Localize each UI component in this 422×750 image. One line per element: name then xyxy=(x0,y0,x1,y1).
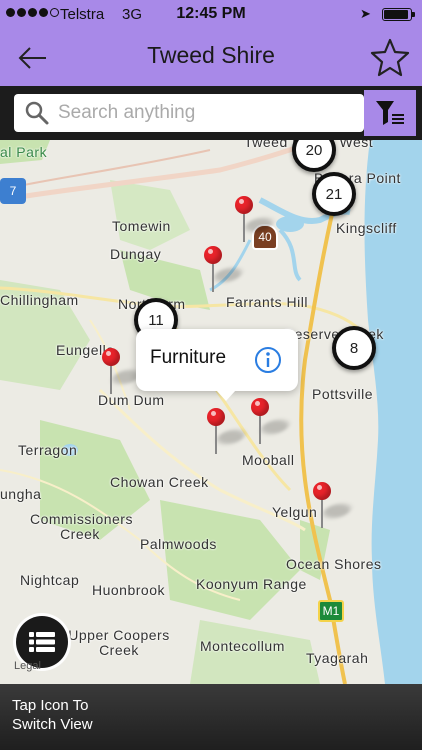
place-label: Chillingham xyxy=(0,292,79,308)
page-title: Tweed Shire xyxy=(147,42,275,68)
place-label: Nightcap xyxy=(20,572,80,588)
filter-button[interactable] xyxy=(364,90,416,136)
legal-link[interactable]: Legal xyxy=(14,660,41,672)
location-arrow-icon: ➤ xyxy=(360,6,371,21)
place-label: Koonyum Range xyxy=(196,576,307,592)
location-pin[interactable] xyxy=(312,482,355,530)
place-label: Tyagarah xyxy=(306,650,369,666)
map-view[interactable]: al Park Tweed Heads West Banora Point Ki… xyxy=(0,140,422,684)
location-pin[interactable] xyxy=(250,398,293,446)
motorway-shield: M1 xyxy=(318,600,344,622)
place-label: Palmwoods xyxy=(140,536,217,552)
nav-bar: Tweed Shire xyxy=(0,30,422,86)
status-time: 12:45 PM xyxy=(176,5,246,22)
list-view-icon xyxy=(29,632,55,652)
location-pin[interactable] xyxy=(101,348,144,396)
place-label: Chowan Creek xyxy=(110,474,209,490)
search-field-container[interactable] xyxy=(14,94,364,132)
location-pin[interactable] xyxy=(203,246,246,294)
place-label: ungha xyxy=(0,486,42,502)
footer-bar: Tap Icon To Switch View xyxy=(0,684,422,750)
status-bar: Telstra 3G 12:45 PM ➤ xyxy=(0,0,422,30)
filter-list-icon xyxy=(376,101,404,125)
place-label: Dungay xyxy=(110,246,162,262)
search-input[interactable] xyxy=(58,102,348,124)
switch-view-hint: Tap Icon To Switch View xyxy=(12,697,93,733)
star-icon[interactable] xyxy=(368,36,412,80)
place-label: Farrants Hill xyxy=(226,294,308,310)
battery-icon xyxy=(382,8,415,21)
place-label: al Park xyxy=(0,144,48,160)
pin-callout[interactable]: Furniture xyxy=(136,329,298,401)
place-label: Upper Coopers Creek xyxy=(68,627,170,658)
place-label: Pottsville xyxy=(312,386,374,402)
cluster-marker[interactable]: 8 xyxy=(332,326,376,370)
place-label: Kingscliff xyxy=(336,220,397,236)
location-pin[interactable] xyxy=(234,196,277,244)
search-icon xyxy=(25,101,49,125)
place-label: Tomewin xyxy=(112,218,171,234)
search-bar xyxy=(0,86,422,140)
place-label: Terragon xyxy=(18,442,78,458)
place-label: Commissioners Creek xyxy=(30,511,133,542)
place-label: Montecollum xyxy=(200,638,285,654)
info-icon[interactable] xyxy=(254,346,282,374)
place-label: Ocean Shores xyxy=(286,556,382,572)
place-label: Yelgun xyxy=(272,504,318,520)
place-label: Huonbrook xyxy=(92,582,165,598)
place-label: Mooball xyxy=(242,452,295,468)
highway-shield: 7 xyxy=(0,178,26,204)
cluster-marker[interactable]: 21 xyxy=(312,172,356,216)
location-pin[interactable] xyxy=(206,408,249,456)
callout-label: Furniture xyxy=(150,347,227,368)
